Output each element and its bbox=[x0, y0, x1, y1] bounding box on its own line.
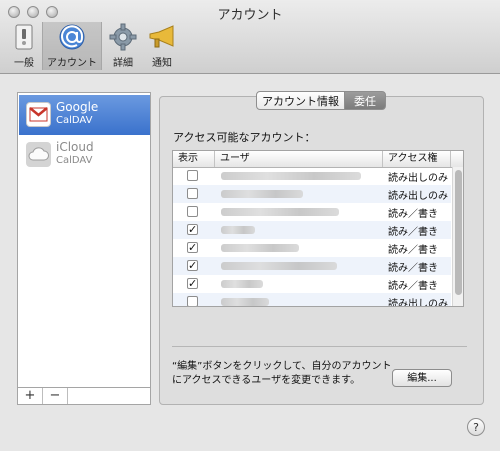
table-row[interactable]: ✓ 読み／書き bbox=[173, 239, 451, 257]
toolbar-advanced[interactable]: 詳細 bbox=[105, 22, 141, 70]
table-row[interactable]: ✓ 読み／書き bbox=[173, 221, 451, 239]
add-account-button[interactable]: + bbox=[18, 388, 43, 404]
account-name: iCloud bbox=[56, 140, 94, 154]
remove-account-button[interactable]: − bbox=[43, 388, 68, 404]
account-type: CalDAV bbox=[56, 115, 93, 126]
permission-value[interactable]: 読み出しのみ bbox=[388, 169, 448, 184]
accessible-accounts-label: アクセス可能なアカウント： bbox=[173, 131, 316, 144]
scrollbar-thumb[interactable] bbox=[455, 170, 462, 295]
show-checkbox[interactable]: ✓ bbox=[187, 242, 198, 253]
column-header-user[interactable]: ユーザ bbox=[215, 151, 383, 167]
table-row[interactable]: 読み出しのみ bbox=[173, 185, 451, 203]
table-row[interactable]: 読み／書き bbox=[173, 203, 451, 221]
titlebar: アカウント 一般 アカウント 詳細 通知 bbox=[0, 0, 500, 74]
column-header-show[interactable]: 表示 bbox=[173, 151, 215, 167]
permission-value[interactable]: 読み出しのみ bbox=[388, 187, 448, 202]
show-checkbox[interactable]: ✓ bbox=[187, 260, 198, 271]
account-type: CalDAV bbox=[56, 155, 93, 166]
table-row[interactable]: ✓ 読み／書き bbox=[173, 257, 451, 275]
permission-value[interactable]: 読み／書き bbox=[388, 205, 438, 220]
redacted-user-name bbox=[221, 244, 299, 252]
table-row[interactable]: 読み出しのみ bbox=[173, 293, 451, 306]
preferences-window: アカウント 一般 アカウント 詳細 通知 Google CalDAV iClou… bbox=[0, 0, 500, 451]
redacted-user-name bbox=[221, 298, 269, 306]
permission-value[interactable]: 読み／書き bbox=[388, 223, 438, 238]
at-sign-icon bbox=[54, 22, 90, 52]
panel-divider bbox=[172, 346, 467, 347]
gear-icon bbox=[105, 22, 141, 52]
permission-value[interactable]: 読み／書き bbox=[388, 241, 438, 256]
toolbar-accounts[interactable]: アカウント bbox=[42, 22, 102, 70]
table-row[interactable]: ✓ 読み／書き bbox=[173, 275, 451, 293]
permission-value[interactable]: 読み／書き bbox=[388, 277, 438, 292]
toolbar-accounts-label: アカウント bbox=[47, 58, 97, 69]
switch-icon bbox=[6, 22, 42, 52]
permission-value[interactable]: 読み出しのみ bbox=[388, 295, 448, 306]
gmail-icon bbox=[26, 102, 51, 127]
account-item-google[interactable]: Google CalDAV bbox=[19, 95, 150, 135]
account-item-icloud[interactable]: iCloud CalDAV bbox=[19, 135, 150, 175]
redacted-user-name bbox=[221, 262, 337, 270]
redacted-user-name bbox=[221, 280, 263, 288]
edit-button[interactable]: 編集... bbox=[392, 369, 452, 387]
table-row[interactable]: 読み出しのみ bbox=[173, 167, 451, 185]
tab-account-info[interactable]: アカウント情報 bbox=[256, 91, 345, 110]
show-checkbox[interactable] bbox=[187, 170, 198, 181]
help-button[interactable]: ? bbox=[467, 418, 485, 436]
redacted-user-name bbox=[221, 226, 255, 234]
edit-hint-text: “編集”ボタンをクリックして、自分のアカウントにアクセスできるユーザを変更できま… bbox=[172, 361, 392, 386]
toolbar-advanced-label: 詳細 bbox=[113, 58, 133, 69]
permission-value[interactable]: 読み／書き bbox=[388, 259, 438, 274]
show-checkbox[interactable]: ✓ bbox=[187, 224, 198, 235]
window-title: アカウント bbox=[217, 8, 283, 23]
column-header-permission[interactable]: アクセス権 bbox=[383, 151, 451, 167]
redacted-user-name bbox=[221, 172, 361, 180]
account-name: Google bbox=[56, 100, 99, 114]
table-header: 表示 ユーザ アクセス権 bbox=[173, 151, 463, 168]
show-checkbox[interactable] bbox=[187, 188, 198, 199]
cloud-icon bbox=[26, 142, 51, 167]
toolbar-alerts-label: 通知 bbox=[152, 58, 172, 69]
toolbar-alerts[interactable]: 通知 bbox=[144, 22, 180, 70]
redacted-user-name bbox=[221, 208, 339, 216]
tab-delegation[interactable]: 委任 bbox=[344, 91, 386, 110]
toolbar-general[interactable]: 一般 bbox=[6, 22, 42, 70]
show-checkbox[interactable] bbox=[187, 206, 198, 217]
show-checkbox[interactable]: ✓ bbox=[187, 278, 198, 289]
redacted-user-name bbox=[221, 190, 303, 198]
account-list: Google CalDAV iCloud CalDAV bbox=[17, 92, 151, 388]
account-list-controls: + − bbox=[17, 388, 151, 405]
table-scrollbar[interactable] bbox=[452, 167, 463, 306]
delegates-table: 表示 ユーザ アクセス権 読み出しのみ 読み出しのみ 読み／書き ✓ 読み／書き… bbox=[172, 150, 464, 307]
megaphone-icon bbox=[144, 22, 180, 52]
show-checkbox[interactable] bbox=[187, 296, 198, 306]
toolbar-general-label: 一般 bbox=[14, 58, 34, 69]
